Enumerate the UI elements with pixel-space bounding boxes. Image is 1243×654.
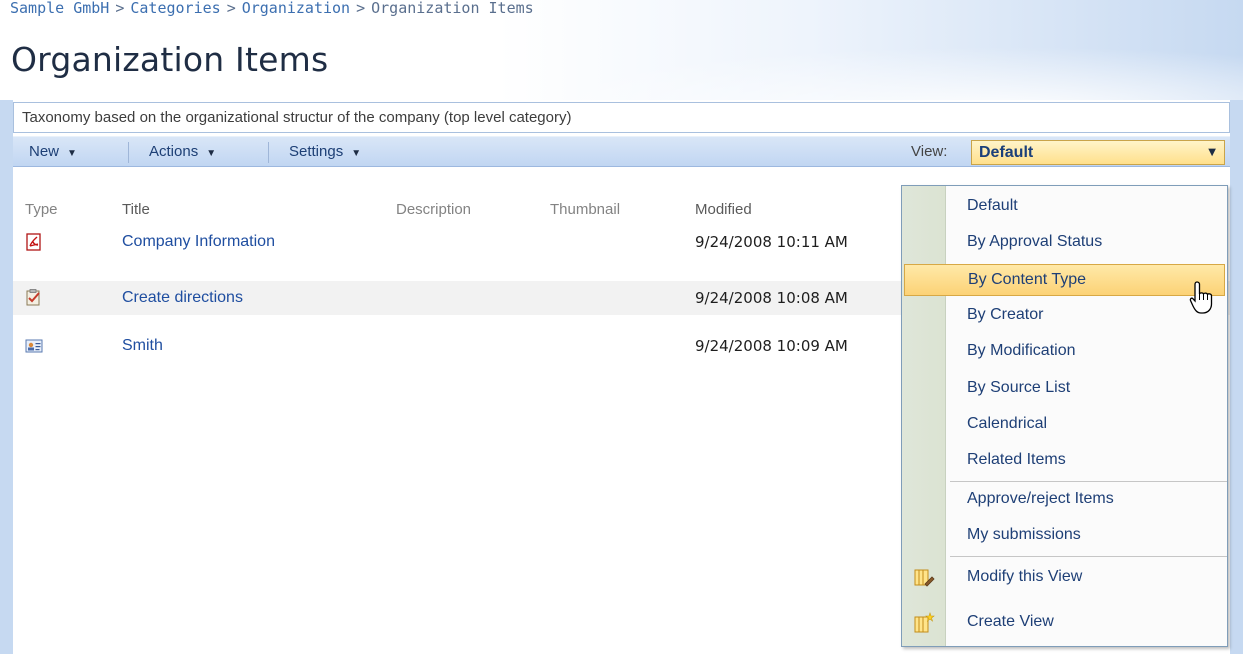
settings-menu-button[interactable]: Settings ▼ <box>289 137 361 167</box>
dropdown-arrow-icon: ▼ <box>67 148 77 159</box>
menu-item-label: By Creator <box>967 306 1044 323</box>
modify-view-icon <box>914 569 935 587</box>
settings-label: Settings <box>289 143 344 160</box>
page-title: Organization Items <box>11 40 329 79</box>
breadcrumb-item-sample-gmbh[interactable]: Sample GmbH <box>10 0 109 17</box>
menu-separator <box>950 556 1227 557</box>
menu-item-label: By Source List <box>967 379 1071 396</box>
breadcrumb-separator: > <box>115 0 125 17</box>
breadcrumb-separator: > <box>356 0 366 17</box>
view-selector[interactable]: Default ▼ <box>971 140 1225 165</box>
new-menu-button[interactable]: New ▼ <box>29 137 77 167</box>
menu-item-label: Approve/reject Items <box>967 490 1114 507</box>
menu-item-label: By Content Type <box>968 271 1086 288</box>
column-header-type[interactable]: Type <box>25 197 58 223</box>
row-title-link[interactable]: Company Information <box>122 225 275 259</box>
new-label: New <box>29 143 60 160</box>
menu-item-by-source-list[interactable]: By Source List <box>902 372 1227 408</box>
menu-separator <box>950 481 1227 482</box>
page-edge-left <box>0 100 13 654</box>
hand-pointer-cursor-icon <box>1189 281 1213 314</box>
menu-item-approve-reject-items[interactable]: Approve/reject Items <box>902 483 1227 519</box>
dropdown-arrow-icon: ▼ <box>351 148 362 159</box>
list-description: Taxonomy based on the organizational str… <box>13 102 1230 133</box>
menu-item-by-content-type[interactable]: By Content Type <box>904 264 1225 296</box>
dropdown-arrow-icon: ▼ <box>206 148 217 159</box>
column-header-thumbnail[interactable]: Thumbnail <box>550 197 620 223</box>
menu-item-default[interactable]: Default <box>902 190 1227 226</box>
row-title-link[interactable]: Create directions <box>122 281 243 315</box>
menu-item-label: By Approval Status <box>967 233 1103 250</box>
contact-card-icon <box>25 339 43 353</box>
page-edge-right <box>1230 100 1243 654</box>
actions-label: Actions <box>149 143 199 160</box>
list-content: Taxonomy based on the organizational str… <box>13 100 1230 654</box>
view-dropdown-menu: Default By Approval Status By Content Ty… <box>901 185 1228 647</box>
chevron-down-icon: ▼ <box>1208 147 1216 158</box>
breadcrumb-item-current: Organization Items <box>371 0 534 17</box>
breadcrumb: Sample GmbH > Categories > Organization > Orga… <box>10 0 534 20</box>
column-header-modified[interactable]: Modified <box>695 197 752 223</box>
menu-item-calendrical[interactable]: Calendrical <box>902 408 1227 444</box>
column-header-description[interactable]: Description <box>396 197 471 223</box>
menu-item-label: My submissions <box>967 526 1081 543</box>
row-title-link[interactable]: Smith <box>122 329 163 363</box>
menu-item-label: Create View <box>967 613 1054 630</box>
menu-item-label: Related Items <box>967 451 1066 468</box>
breadcrumb-item-categories[interactable]: Categories <box>130 0 220 17</box>
menu-item-modify-view[interactable]: Modify this View <box>902 561 1227 597</box>
menu-item-my-submissions[interactable]: My submissions <box>902 519 1227 555</box>
create-view-icon <box>914 612 935 633</box>
actions-menu-button[interactable]: Actions ▼ <box>149 137 216 167</box>
menu-item-by-approval-status[interactable]: By Approval Status <box>902 226 1227 262</box>
toolbar-divider <box>268 142 269 163</box>
menu-item-label: Default <box>967 197 1018 214</box>
menu-item-label: Calendrical <box>967 415 1048 432</box>
pdf-icon <box>26 233 41 251</box>
breadcrumb-item-organization[interactable]: Organization <box>242 0 350 17</box>
column-header-title[interactable]: Title <box>122 197 150 223</box>
list-toolbar: New ▼ Actions ▼ Settings ▼ View: Default ▼ <box>13 136 1230 167</box>
row-modified: 9/24/2008 10:08 AM <box>695 289 848 307</box>
toolbar-divider <box>128 142 129 163</box>
row-modified: 9/24/2008 10:11 AM <box>695 233 848 251</box>
view-label: View: <box>911 143 948 160</box>
menu-item-create-view[interactable]: Create View <box>902 606 1227 642</box>
row-modified: 9/24/2008 10:09 AM <box>695 337 848 355</box>
breadcrumb-separator: > <box>226 0 236 17</box>
menu-item-label: Modify this View <box>967 568 1083 585</box>
view-selected-value: Default <box>979 144 1034 161</box>
menu-item-by-creator[interactable]: By Creator <box>902 299 1227 335</box>
menu-item-related-items[interactable]: Related Items <box>902 444 1227 480</box>
menu-item-label: By Modification <box>967 342 1076 359</box>
task-icon <box>26 289 40 306</box>
menu-item-by-modification[interactable]: By Modification <box>902 335 1227 371</box>
